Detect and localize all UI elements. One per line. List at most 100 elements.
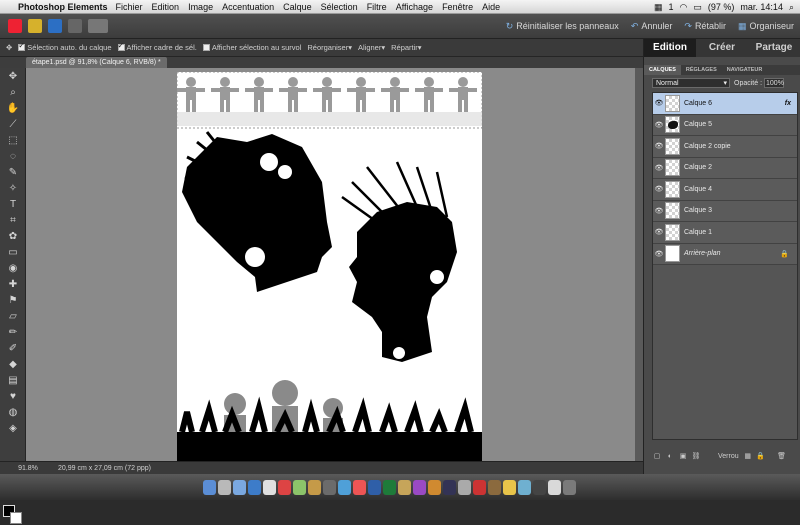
- brush-icon[interactable]: ✏: [0, 324, 26, 340]
- distribute-dropdown[interactable]: Répartir: [391, 43, 421, 52]
- menu-filtre[interactable]: Filtre: [367, 2, 387, 12]
- canvas-area[interactable]: [26, 68, 643, 461]
- app-icon[interactable]: [473, 480, 486, 495]
- fx-icon[interactable]: fx: [785, 100, 791, 107]
- mail-icon[interactable]: [233, 480, 246, 495]
- marquee-tool-icon[interactable]: ⬚: [0, 132, 26, 148]
- reset-panels-button[interactable]: ↻ Réinitialiser les panneaux: [506, 21, 619, 32]
- undo-button[interactable]: ↶ Annuler: [631, 21, 673, 32]
- redo-button[interactable]: ↷ Rétablir: [684, 21, 726, 32]
- eye-icon[interactable]: 👁: [653, 142, 665, 150]
- zoom-level[interactable]: 91.8%: [12, 465, 44, 472]
- photoshop-icon[interactable]: [368, 480, 381, 495]
- lasso-tool-icon[interactable]: ◌: [0, 148, 26, 164]
- battery-icon[interactable]: ▭: [693, 2, 702, 13]
- vertical-scrollbar[interactable]: [635, 68, 643, 461]
- show-bounding-checkbox[interactable]: Afficher cadre de sél.: [117, 41, 197, 52]
- dashboard-icon[interactable]: [218, 480, 231, 495]
- magic-wand-icon[interactable]: ✧: [0, 180, 26, 196]
- blend-mode-select[interactable]: Normal: [652, 78, 730, 88]
- firefox-icon[interactable]: [353, 480, 366, 495]
- gradient-icon[interactable]: ▤: [0, 372, 26, 388]
- save-icon[interactable]: [48, 19, 62, 33]
- menu-aide[interactable]: Aide: [482, 2, 500, 12]
- help-icon[interactable]: [68, 19, 82, 33]
- quick-selection-icon[interactable]: ✎: [0, 164, 26, 180]
- new-layer-icon[interactable]: ▢: [652, 452, 662, 460]
- layer-row-calque-3[interactable]: 👁 Calque 3: [653, 200, 797, 222]
- layer-row-calque-1[interactable]: 👁 Calque 1: [653, 222, 797, 244]
- arrange-dropdown[interactable]: Réorganiser: [307, 43, 352, 52]
- red-eye-icon[interactable]: ◉: [0, 260, 26, 276]
- menu-accentuation[interactable]: Accentuation: [222, 2, 274, 12]
- app-name-menu[interactable]: Photoshop Elements: [18, 2, 108, 12]
- eye-icon[interactable]: 👁: [653, 121, 665, 129]
- hand-tool-icon[interactable]: ✋: [0, 100, 26, 116]
- app-icon[interactable]: [533, 480, 546, 495]
- show-highlight-checkbox[interactable]: Afficher sélection au survol: [202, 43, 301, 52]
- app-icon[interactable]: [503, 480, 516, 495]
- address-book-icon[interactable]: [263, 480, 276, 495]
- menu-image[interactable]: Image: [188, 2, 213, 12]
- crop-tool-icon[interactable]: ⌗: [0, 212, 26, 228]
- app-icon[interactable]: [413, 480, 426, 495]
- spotlight-icon[interactable]: ⌕: [789, 2, 794, 13]
- preview-icon[interactable]: [398, 480, 411, 495]
- documents-stack-icon[interactable]: [548, 480, 561, 495]
- document-tab[interactable]: étape1.psd @ 91,8% (Calque 6, RVB/8) *: [26, 57, 167, 68]
- shape-tool-icon[interactable]: ♥: [0, 388, 26, 404]
- eye-icon[interactable]: 👁: [653, 164, 665, 172]
- calendar-icon[interactable]: [278, 480, 291, 495]
- itunes-icon[interactable]: [338, 480, 351, 495]
- trash-icon[interactable]: 🗑: [777, 452, 787, 460]
- safari-icon[interactable]: [248, 480, 261, 495]
- tab-edition[interactable]: Edition: [644, 39, 696, 57]
- document-canvas[interactable]: [176, 71, 483, 461]
- opacity-input[interactable]: 100%: [764, 78, 785, 88]
- app-icon[interactable]: [518, 480, 531, 495]
- lock-pixels-icon[interactable]: ▦: [743, 452, 753, 460]
- layer-row-calque-4[interactable]: 👁 Calque 4: [653, 179, 797, 201]
- eyedropper-icon[interactable]: ⟋: [0, 116, 26, 132]
- dreamweaver-icon[interactable]: [383, 480, 396, 495]
- spot-healing-icon[interactable]: ✚: [0, 276, 26, 292]
- background-color[interactable]: [10, 512, 22, 524]
- trash-dock-icon[interactable]: [563, 480, 576, 495]
- clone-stamp-icon[interactable]: ⚑: [0, 292, 26, 308]
- finder-icon[interactable]: [203, 480, 216, 495]
- adjustment-layer-icon[interactable]: ◐: [665, 453, 675, 460]
- tab-calques[interactable]: CALQUES: [644, 65, 681, 75]
- terminal-icon[interactable]: [443, 480, 456, 495]
- clock[interactable]: mar. 14:14: [740, 2, 783, 12]
- layer-row-calque-2[interactable]: 👁 Calque 2: [653, 157, 797, 179]
- color-swatches[interactable]: [3, 505, 23, 525]
- layer-row-arriere-plan[interactable]: 👁 Arrière-plan 🔒: [653, 243, 797, 265]
- app-icon[interactable]: [428, 480, 441, 495]
- menu-affichage[interactable]: Affichage: [396, 2, 433, 12]
- document-info[interactable]: 20,99 cm x 27,09 cm (72 ppp): [58, 465, 151, 472]
- cookie-cutter-icon[interactable]: ✿: [0, 228, 26, 244]
- auto-select-checkbox[interactable]: Sélection auto. du calque: [18, 41, 112, 52]
- system-prefs-icon[interactable]: [458, 480, 471, 495]
- paint-bucket-icon[interactable]: ◆: [0, 356, 26, 372]
- adobe-icon[interactable]: ▦: [654, 2, 663, 13]
- menu-calque[interactable]: Calque: [283, 2, 312, 12]
- eye-icon[interactable]: 👁: [653, 228, 665, 236]
- link-icon[interactable]: ⛓: [691, 452, 701, 460]
- workspace-icon[interactable]: [88, 19, 108, 33]
- menu-fichier[interactable]: Fichier: [116, 2, 143, 12]
- ichat-icon[interactable]: [293, 480, 306, 495]
- wifi-icon[interactable]: ◠: [680, 2, 688, 13]
- layer-row-calque-2-copie[interactable]: 👁 Calque 2 copie: [653, 136, 797, 158]
- eye-icon[interactable]: 👁: [653, 185, 665, 193]
- straighten-icon[interactable]: ▭: [0, 244, 26, 260]
- menu-edition[interactable]: Edition: [152, 2, 180, 12]
- sponge-icon[interactable]: ◈: [0, 420, 26, 436]
- eye-icon[interactable]: 👁: [653, 250, 665, 258]
- iphoto-icon[interactable]: [308, 480, 321, 495]
- blur-tool-icon[interactable]: ◍: [0, 404, 26, 420]
- minimize-icon[interactable]: [28, 19, 42, 33]
- layer-row-calque-5[interactable]: 👁 Calque 5: [653, 114, 797, 136]
- notification-count[interactable]: 1: [669, 2, 674, 12]
- eraser-icon[interactable]: ▱: [0, 308, 26, 324]
